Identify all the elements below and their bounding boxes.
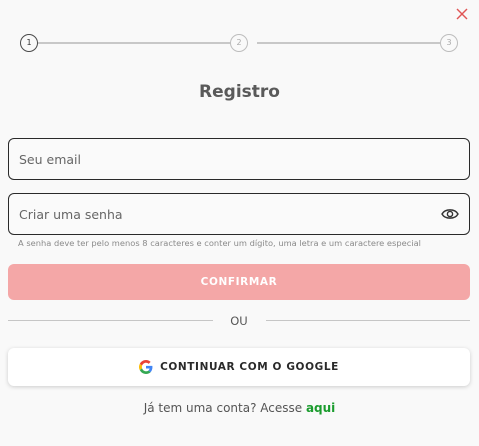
login-prompt-text: Já tem uma conta? Acesse (143, 401, 303, 415)
step-1: 1 (20, 34, 38, 52)
google-signin-button[interactable]: CONTINUAR COM O GOOGLE (8, 348, 470, 386)
progress-stepper: 1 2 3 (20, 34, 458, 52)
google-button-label: CONTINUAR COM O GOOGLE (160, 361, 339, 373)
login-link[interactable]: aqui (306, 401, 335, 415)
page-title: Registro (199, 82, 280, 102)
email-field[interactable] (8, 138, 470, 180)
stepper-line (257, 42, 440, 44)
email-input[interactable] (19, 151, 459, 167)
google-icon (139, 360, 153, 374)
stepper-line (38, 42, 239, 44)
password-input[interactable] (19, 206, 441, 222)
login-prompt: Já tem uma conta? Acesse aqui (0, 401, 479, 415)
confirm-button[interactable]: CONFIRMAR (8, 264, 470, 300)
close-icon[interactable] (454, 6, 470, 22)
step-3: 3 (440, 34, 458, 52)
password-field[interactable] (8, 193, 470, 235)
password-hint: A senha deve ter pelo menos 8 caracteres… (18, 238, 421, 248)
step-2: 2 (230, 34, 248, 52)
eye-icon[interactable] (441, 207, 459, 221)
divider-text: OU (230, 314, 248, 328)
or-divider: OU (8, 314, 470, 328)
